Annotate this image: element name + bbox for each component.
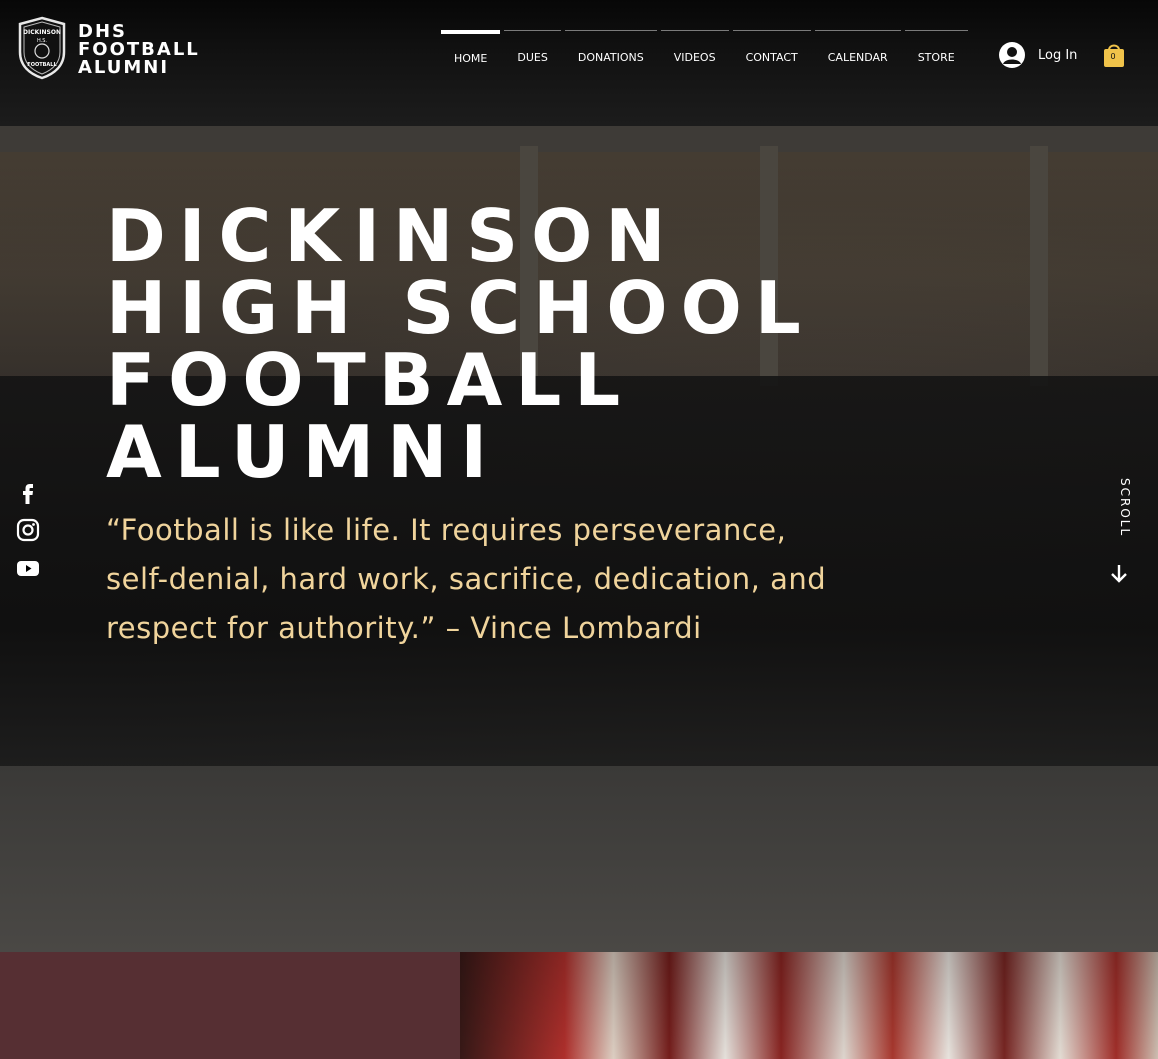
cart-count: 0 (1110, 52, 1116, 61)
nav-item-donations[interactable]: DONATIONS (564, 30, 657, 80)
brand-line: ALUMNI (78, 57, 170, 78)
arrow-down-icon (1111, 565, 1127, 583)
logo-text-top: DICKINSON (23, 29, 61, 36)
hero-quote: “Football is like life. It requires pers… (106, 513, 827, 645)
scroll-down-button[interactable]: SCROLL (1106, 478, 1134, 588)
logo-text-middle: H.S. (37, 38, 47, 44)
social-bar (16, 480, 42, 580)
nav-item-videos[interactable]: VIDEOS (660, 30, 729, 80)
user-avatar-icon (999, 42, 1025, 68)
nav-item-store[interactable]: STORE (904, 30, 968, 80)
instagram-icon[interactable] (16, 518, 40, 542)
hero-background (0, 766, 1158, 952)
lower-panel (0, 952, 460, 1059)
logo-badge[interactable]: DICKINSON H.S. FOOTBALL (16, 16, 68, 80)
facebook-icon[interactable] (16, 480, 40, 504)
nav-item-dues[interactable]: DUES (504, 30, 561, 80)
brand-name[interactable]: DHS FOOTBALL ALUMNI (78, 23, 200, 77)
login-button[interactable]: Log In (998, 40, 1077, 70)
logo-text-bottom: FOOTBALL (27, 62, 57, 68)
page: DICKINSON H.S. FOOTBALL DHS FOOTBALL ALU… (0, 0, 1158, 1059)
main-nav: HOME DUES DONATIONS VIDEOS CONTACT CALEN… (441, 30, 968, 80)
login-label: Log In (1038, 47, 1078, 63)
youtube-icon[interactable] (16, 556, 40, 580)
hero-title: DICKINSON HIGH SCHOOL FOOTBALL ALUMNI (106, 200, 814, 488)
hero-title-line: FOOTBALL (106, 338, 634, 422)
hero-title-line: ALUMNI (106, 410, 501, 494)
nav-item-contact[interactable]: CONTACT (732, 30, 811, 80)
hero-title-line: DICKINSON (106, 194, 679, 278)
hero-title-line: HIGH SCHOOL (106, 266, 814, 350)
scroll-label: SCROLL (1118, 478, 1132, 538)
hero-background (1030, 146, 1048, 386)
nav-item-calendar[interactable]: CALENDAR (814, 30, 901, 80)
cart-button[interactable]: 0 (1103, 42, 1125, 68)
site-header: DICKINSON H.S. FOOTBALL DHS FOOTBALL ALU… (0, 0, 1158, 126)
nav-item-home[interactable]: HOME (441, 30, 501, 80)
team-photo-shade (460, 952, 1158, 1059)
hero-background (0, 126, 1158, 152)
